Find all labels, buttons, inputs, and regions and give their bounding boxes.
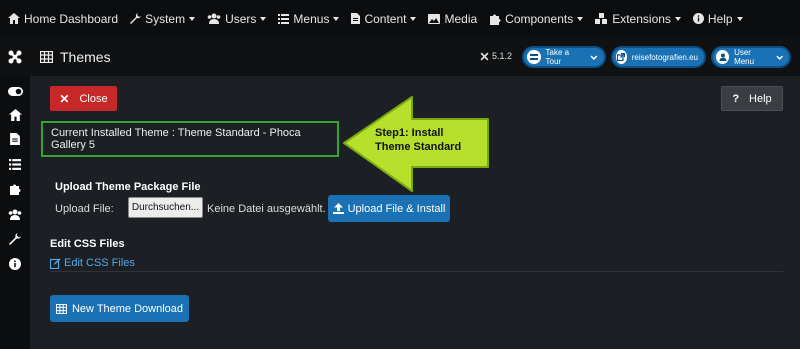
page-title: Themes bbox=[40, 49, 111, 65]
caret-down-icon bbox=[260, 16, 267, 21]
close-button[interactable]: ✕ Close bbox=[50, 86, 117, 111]
joomla-icon bbox=[8, 50, 22, 63]
menu-item-extensions[interactable]: Extensions bbox=[595, 12, 681, 26]
divider bbox=[50, 271, 783, 272]
users-icon bbox=[207, 13, 221, 24]
upload-section-title: Upload Theme Package File bbox=[55, 181, 201, 193]
menu-item-system[interactable]: System bbox=[130, 11, 196, 26]
upload-icon bbox=[332, 203, 344, 214]
caret-down-icon bbox=[674, 16, 681, 21]
edit-css-link[interactable]: Edit CSS Files bbox=[50, 257, 135, 269]
sidebar bbox=[0, 76, 30, 349]
menu-item-content[interactable]: Content bbox=[351, 11, 417, 26]
site-link-button[interactable]: reisefotografien.eu bbox=[611, 46, 706, 68]
menu-item-label: Media bbox=[444, 11, 478, 26]
new-theme-download-label: New Theme Download bbox=[71, 302, 184, 315]
help-button-label: Help bbox=[749, 92, 772, 105]
user-menu-button[interactable]: User Menu bbox=[711, 46, 791, 68]
menu-item-label: Extensions bbox=[612, 11, 671, 26]
menu-item-label: Home Dashboard bbox=[24, 11, 119, 26]
menu-item-components[interactable]: Components bbox=[489, 11, 584, 26]
page-title-text: Themes bbox=[60, 48, 111, 65]
file-status-text: Keine Datei ausgewählt. bbox=[207, 203, 326, 215]
upload-install-button[interactable]: Upload File & Install bbox=[328, 195, 450, 222]
puzzle-icon bbox=[490, 14, 501, 25]
edit-icon bbox=[50, 258, 61, 269]
menu-item-label: Content bbox=[364, 11, 407, 26]
close-button-label: Close bbox=[79, 92, 108, 105]
user-icon bbox=[716, 50, 730, 64]
sidebar-components-icon[interactable] bbox=[7, 182, 23, 196]
version-label: 5.1.2 bbox=[480, 51, 512, 61]
current-theme-text: Current Installed Theme : Theme Standard… bbox=[51, 127, 301, 151]
caret-down-icon bbox=[410, 16, 417, 21]
chevron-down-icon bbox=[775, 55, 783, 60]
caret-down-icon bbox=[577, 16, 584, 21]
upload-file-label: Upload File: bbox=[55, 203, 114, 215]
current-theme-box: Current Installed Theme : Theme Standard… bbox=[41, 121, 339, 157]
sidebar-toggle-icon[interactable] bbox=[7, 84, 23, 98]
close-icon: ✕ bbox=[59, 91, 70, 106]
file-icon bbox=[351, 13, 361, 24]
joomla-logo[interactable] bbox=[0, 37, 30, 76]
callout-line-2: Theme Standard bbox=[375, 141, 462, 153]
grid-icon bbox=[55, 303, 67, 314]
version-text: 5.1.2 bbox=[492, 51, 513, 61]
sidebar-menus-icon[interactable] bbox=[7, 157, 23, 171]
question-icon: ? bbox=[732, 92, 740, 105]
take-tour-label: Take a Tour bbox=[545, 48, 570, 66]
sidebar-system-icon[interactable] bbox=[7, 232, 23, 246]
image-icon bbox=[428, 13, 441, 24]
take-tour-button[interactable]: Take a Tour bbox=[522, 46, 606, 68]
user-menu-label: User Menu bbox=[734, 48, 755, 66]
cubes-icon bbox=[595, 12, 608, 24]
signpost-icon bbox=[527, 50, 541, 64]
caret-down-icon bbox=[333, 16, 340, 21]
sidebar-content-icon[interactable] bbox=[7, 132, 23, 146]
new-theme-download-button[interactable]: New Theme Download bbox=[50, 295, 189, 322]
help-button[interactable]: ? Help bbox=[721, 86, 783, 111]
edit-css-label: Edit CSS Files bbox=[64, 257, 135, 269]
joomla-small-icon bbox=[480, 52, 489, 60]
menu-item-menus[interactable]: Menus bbox=[278, 11, 340, 26]
sidebar-home-icon[interactable] bbox=[7, 108, 23, 122]
browse-file-button[interactable]: Durchsuchen... bbox=[128, 197, 203, 218]
caret-down-icon bbox=[736, 16, 743, 21]
callout-text: Step1: Install Theme Standard bbox=[375, 126, 485, 154]
menu-item-home-dashboard[interactable]: Home Dashboard bbox=[8, 12, 118, 26]
menu-item-label: System bbox=[145, 11, 186, 26]
main-content: ✕ Close ? Help Current Installed Theme :… bbox=[30, 76, 800, 349]
sidebar-users-icon[interactable] bbox=[7, 207, 23, 221]
caret-down-icon bbox=[189, 16, 196, 21]
upload-install-label: Upload File & Install bbox=[347, 202, 446, 215]
callout-line-1: Step1: Install bbox=[375, 127, 444, 139]
page-header: Themes 5.1.2 Take a Tour reisefotografie… bbox=[0, 37, 800, 76]
menu-item-media[interactable]: Media bbox=[428, 12, 477, 26]
info-icon bbox=[692, 13, 704, 24]
menu-item-label: Help bbox=[707, 11, 733, 26]
menu-item-help[interactable]: Help bbox=[692, 11, 743, 26]
menu-item-label: Menus bbox=[293, 11, 330, 26]
css-section-title: Edit CSS Files bbox=[50, 238, 125, 250]
chevron-down-icon bbox=[590, 55, 598, 60]
home-icon bbox=[8, 13, 20, 24]
list-icon bbox=[278, 13, 290, 24]
menu-item-label: Components bbox=[505, 11, 574, 26]
menu-item-label: Users bbox=[225, 11, 257, 26]
sidebar-help-icon[interactable] bbox=[7, 257, 23, 271]
menu-item-users[interactable]: Users bbox=[207, 11, 267, 26]
top-menu-bar: Home Dashboard System Users Menus Conten… bbox=[0, 0, 800, 37]
grid-icon bbox=[40, 50, 53, 63]
site-link-label: reisefotografien.eu bbox=[631, 52, 698, 62]
external-link-icon bbox=[616, 50, 627, 64]
wrench-icon bbox=[130, 13, 142, 24]
